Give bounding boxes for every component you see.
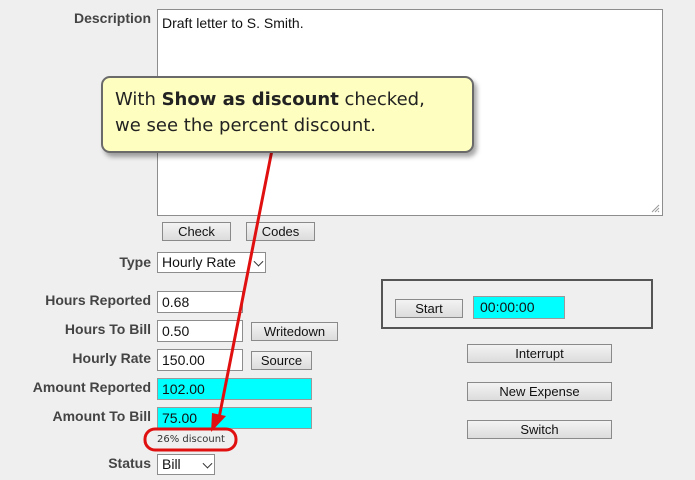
status-select-value: Bill <box>162 456 181 472</box>
amount-reported-field: 102.00 <box>157 378 312 400</box>
chevron-down-icon <box>253 256 264 267</box>
amount-reported-label: Amount Reported <box>32 379 151 395</box>
hours-reported-label: Hours Reported <box>45 292 151 308</box>
type-select[interactable]: Hourly Rate <box>157 252 266 273</box>
description-label: Description <box>73 10 151 26</box>
check-button[interactable]: Check <box>162 222 231 241</box>
new-expense-button[interactable]: New Expense <box>467 382 612 401</box>
codes-button[interactable]: Codes <box>246 222 315 241</box>
callout-tooltip: With Show as discount checked, we see th… <box>101 76 474 153</box>
start-button[interactable]: Start <box>395 299 463 318</box>
discount-note: 26% discount <box>157 434 225 445</box>
hourly-rate-label: Hourly Rate <box>72 350 151 366</box>
hourly-rate-input[interactable]: 150.00 <box>157 349 243 371</box>
status-label: Status <box>108 455 151 471</box>
resize-grip-icon[interactable] <box>650 203 660 213</box>
callout-text-after: checked, <box>338 89 425 110</box>
description-text: Draft letter to S. Smith. <box>162 15 304 31</box>
writedown-button[interactable]: Writedown <box>251 322 338 341</box>
type-label: Type <box>119 254 151 270</box>
amount-to-bill-field: 75.00 <box>157 407 312 429</box>
type-select-value: Hourly Rate <box>162 254 236 270</box>
amount-to-bill-label: Amount To Bill <box>52 408 152 424</box>
timer-display: 00:00:00 <box>473 296 565 319</box>
callout-text-before: With <box>115 89 162 110</box>
hours-to-bill-input[interactable]: 0.50 <box>157 320 243 342</box>
hours-reported-input[interactable]: 0.68 <box>157 291 243 313</box>
chevron-down-icon <box>202 458 213 469</box>
interrupt-button[interactable]: Interrupt <box>467 344 612 363</box>
switch-button[interactable]: Switch <box>467 420 612 439</box>
status-select[interactable]: Bill <box>157 454 215 475</box>
callout-text-bold: Show as discount <box>161 89 339 110</box>
hours-to-bill-label: Hours To Bill <box>64 321 151 337</box>
source-button[interactable]: Source <box>251 351 312 370</box>
callout-line2: we see the percent discount. <box>115 115 376 136</box>
